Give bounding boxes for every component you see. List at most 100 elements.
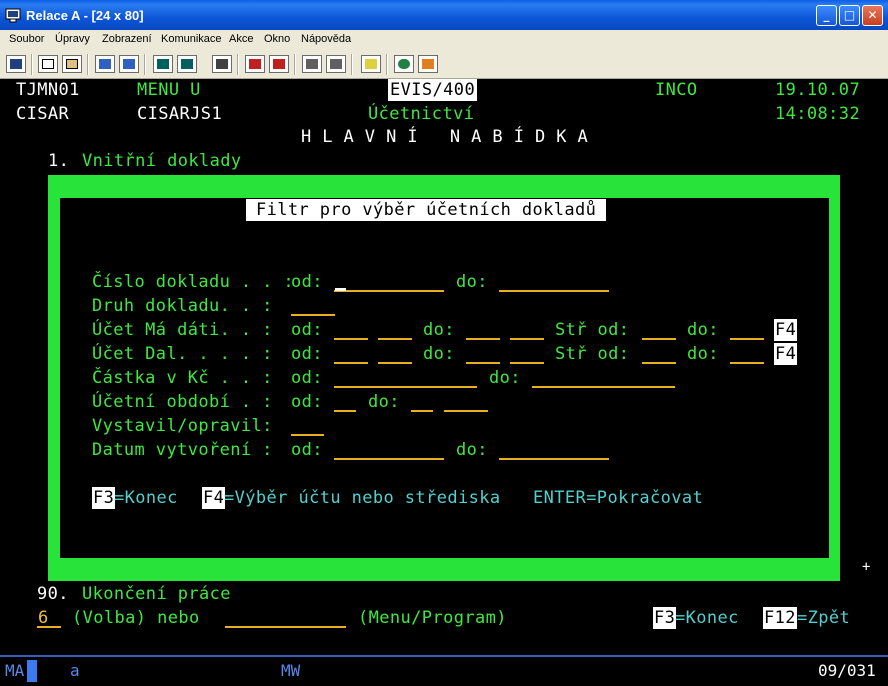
stop-icon[interactable] xyxy=(269,55,289,73)
record-icon[interactable] xyxy=(245,55,265,73)
cislo-od-input[interactable] xyxy=(334,290,444,292)
od-label: od: xyxy=(291,440,323,460)
screen-id: TJMN01 xyxy=(16,80,80,100)
f3-key-label: =Konec xyxy=(114,488,178,508)
druh-input[interactable] xyxy=(291,314,335,316)
ucet-ma-dati-label: Účet Má dáti. . : xyxy=(92,320,273,340)
do-label: do: xyxy=(423,344,455,364)
stop-2-icon[interactable] xyxy=(326,55,346,73)
od-label: od: xyxy=(291,368,323,388)
str-dal-od-input[interactable] xyxy=(642,362,676,364)
druh-dokladu-label: Druh dokladu. . : xyxy=(92,296,273,316)
record-2-icon[interactable] xyxy=(302,55,322,73)
ucet-dal-label: Účet Dal. . . . : xyxy=(92,344,273,364)
status-mw: MW xyxy=(281,661,301,680)
od-label: od: xyxy=(291,272,323,292)
menu-zobrazeni[interactable]: Zobrazení xyxy=(102,33,152,45)
macro-play-icon[interactable] xyxy=(212,55,232,73)
option-1-number: 1. xyxy=(48,151,70,171)
ucet-dal-od-input-1[interactable] xyxy=(334,362,368,364)
app-icon xyxy=(5,8,21,23)
menu-akce[interactable]: Akce xyxy=(229,33,253,45)
toolbar-separator xyxy=(144,54,146,75)
option-90-number: 90. xyxy=(37,584,69,604)
od-label: od: xyxy=(291,392,323,412)
tools-icon[interactable] xyxy=(418,55,438,73)
obdobi-do-month-input[interactable] xyxy=(411,410,433,412)
ucet-ma-od-input-1[interactable] xyxy=(334,338,368,340)
title-bar[interactable]: Relace A - [24 x 80] _ □ ✕ xyxy=(0,0,888,30)
option-1-label: Vnitřní doklady xyxy=(82,151,242,171)
menu-napoveda[interactable]: Nápověda xyxy=(301,33,351,45)
menu-okno[interactable]: Okno xyxy=(264,33,290,45)
enter-key[interactable]: ENTER=Pokračovat xyxy=(533,487,703,509)
dialog-title: Filtr pro výběr účetních dokladů xyxy=(246,199,607,221)
menu-komunikace[interactable]: Komunikace xyxy=(161,33,222,45)
status-ma: MA xyxy=(5,661,25,680)
do-label: do: xyxy=(489,368,521,388)
menu-soubor[interactable]: Soubor xyxy=(9,33,44,45)
toolbar xyxy=(0,50,888,79)
choice-underline xyxy=(37,626,61,628)
obdobi-do-year-input[interactable] xyxy=(444,410,488,412)
cislo-do-input[interactable] xyxy=(499,290,609,292)
f3-key[interactable]: F3 xyxy=(92,487,116,509)
od-label: od: xyxy=(291,320,323,340)
terminal-screen[interactable]: TJMN01 MENU U EVIS/400 INCO 19.10.07 CIS… xyxy=(0,79,888,655)
f3-key-bottom[interactable]: F3 xyxy=(653,607,677,629)
f12-key[interactable]: F12 xyxy=(763,607,797,629)
castka-label: Částka v Kč . . : xyxy=(92,368,273,388)
ucet-ma-do-input-2[interactable] xyxy=(510,338,544,340)
str-od-label: Stř od: xyxy=(555,344,630,364)
castka-od-input[interactable] xyxy=(334,386,477,388)
user-name: CISAR xyxy=(16,104,70,124)
menu-name: MENU U xyxy=(137,80,201,100)
menu-program-input[interactable] xyxy=(225,626,346,628)
datum-od-input[interactable] xyxy=(334,458,444,460)
minimize-button[interactable]: _ xyxy=(816,5,837,26)
display-2-icon[interactable] xyxy=(177,55,197,73)
do-label: do: xyxy=(687,320,719,340)
receive-icon[interactable] xyxy=(119,55,139,73)
user-program: CISARJS1 xyxy=(137,104,223,124)
toolbar-separator xyxy=(87,54,89,75)
datum-do-input[interactable] xyxy=(499,458,609,460)
maximize-button[interactable]: □ xyxy=(839,5,860,26)
datum-label: Datum vytvoření : xyxy=(92,440,273,460)
copy-icon[interactable] xyxy=(38,55,58,73)
ucet-dal-do-input-2[interactable] xyxy=(510,362,544,364)
clipboard-icon[interactable] xyxy=(361,55,381,73)
close-button[interactable]: ✕ xyxy=(862,5,883,26)
f4-prompt-ma[interactable]: F4 xyxy=(774,319,798,341)
castka-do-input[interactable] xyxy=(532,386,675,388)
str-ma-od-input[interactable] xyxy=(642,338,676,340)
ucet-dal-od-input-2[interactable] xyxy=(378,362,412,364)
send-icon[interactable] xyxy=(95,55,115,73)
str-ma-do-input[interactable] xyxy=(730,338,764,340)
vystavil-label: Vystavil/opravil: xyxy=(92,416,273,436)
ucet-ma-od-input-2[interactable] xyxy=(378,338,412,340)
menu-upravy[interactable]: Úpravy xyxy=(55,33,90,45)
obdobi-od-input[interactable] xyxy=(334,410,356,412)
system-name: EVIS/400 xyxy=(388,79,478,101)
f3-key-bottom-label: =Konec xyxy=(675,608,739,628)
ucet-dal-do-input-1[interactable] xyxy=(466,362,500,364)
toolbar-separator xyxy=(386,54,388,75)
ucet-ma-do-input-1[interactable] xyxy=(466,338,500,340)
print-screen-icon[interactable] xyxy=(6,55,26,73)
vystavil-input[interactable] xyxy=(291,434,324,436)
obdobi-label: Účetní období . : xyxy=(92,392,273,412)
cislo-dokladu-label: Číslo dokladu . . : xyxy=(92,272,295,292)
more-indicator: + xyxy=(862,559,871,575)
f4-prompt-dal[interactable]: F4 xyxy=(774,343,798,365)
od-label: od: xyxy=(291,344,323,364)
cursor-position: 09/031 xyxy=(818,661,876,680)
toolbar-separator xyxy=(351,54,353,75)
volba-label: (Volba) nebo xyxy=(72,608,200,628)
str-dal-do-input[interactable] xyxy=(730,362,764,364)
do-label: do: xyxy=(687,344,719,364)
globe-icon[interactable] xyxy=(394,55,414,73)
display-icon[interactable] xyxy=(153,55,173,73)
f4-key[interactable]: F4 xyxy=(202,487,226,509)
paste-icon[interactable] xyxy=(62,55,82,73)
